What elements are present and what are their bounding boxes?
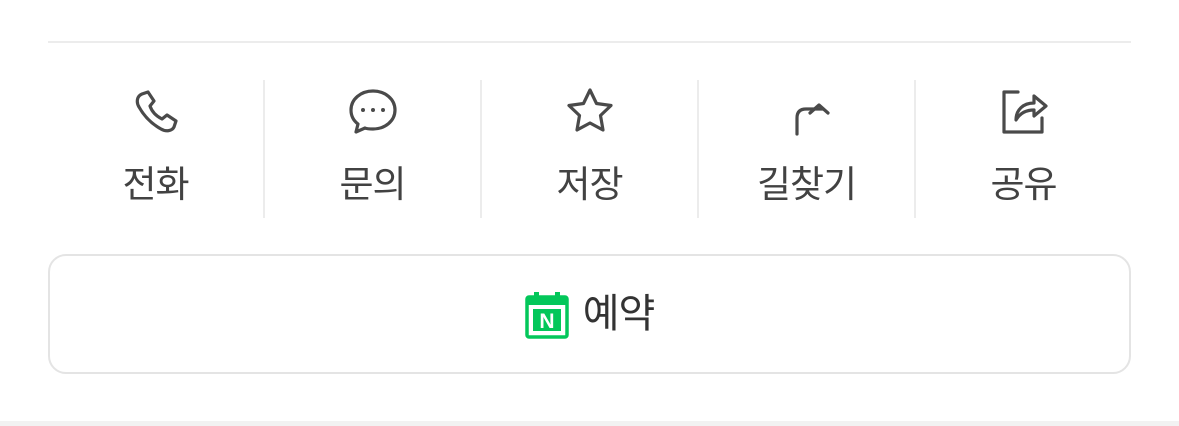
- save-label: 저장: [556, 163, 623, 206]
- chat-bubble-icon: [345, 84, 401, 140]
- phone-icon: [128, 84, 184, 140]
- reservation-button[interactable]: N 예약: [48, 254, 1131, 374]
- inquiry-button[interactable]: 문의: [263, 80, 480, 218]
- route-arrow-icon: [779, 84, 835, 140]
- inquiry-label: 문의: [339, 163, 406, 206]
- share-label: 공유: [990, 163, 1057, 206]
- star-icon: [562, 84, 618, 140]
- section-bottom-divider: [0, 421, 1179, 426]
- call-label: 전화: [122, 163, 189, 206]
- action-bar: 전화 문의 저장 길찾기 공유: [48, 80, 1131, 218]
- directions-button[interactable]: 길찾기: [697, 80, 914, 218]
- save-button[interactable]: 저장: [480, 80, 697, 218]
- share-button[interactable]: 공유: [914, 80, 1131, 218]
- share-icon: [996, 84, 1052, 140]
- call-button[interactable]: 전화: [48, 80, 263, 218]
- top-divider: [48, 41, 1131, 43]
- naver-booking-calendar-icon: N: [524, 291, 569, 339]
- reservation-label: 예약: [582, 291, 656, 337]
- directions-label: 길찾기: [756, 163, 857, 206]
- svg-text:N: N: [539, 310, 554, 333]
